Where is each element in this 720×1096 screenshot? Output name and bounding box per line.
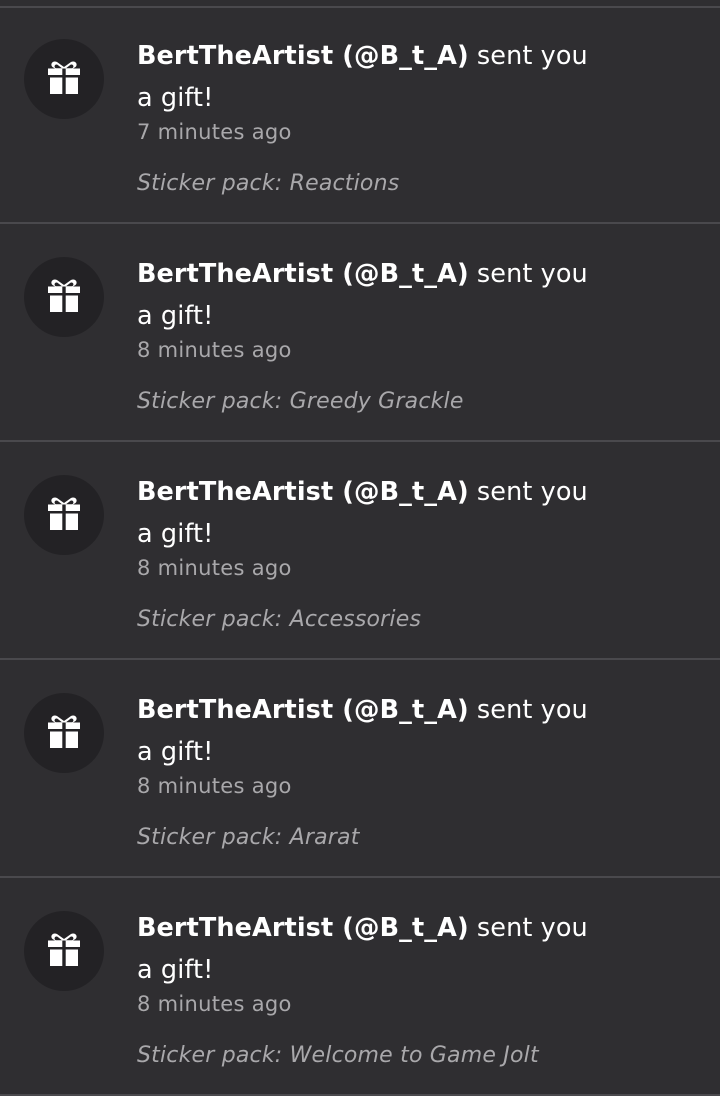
action-text: sent you <box>468 695 588 725</box>
gift-detail: Sticker pack: Greedy Grackle <box>137 389 464 414</box>
avatar[interactable] <box>24 693 104 773</box>
notification-text: BertTheArtist (@B_t_A) sent you a gift! <box>137 471 657 555</box>
notification-list: BertTheArtist (@B_t_A) sent you a gift! 7… <box>0 0 720 1096</box>
timestamp: 8 minutes ago <box>137 556 292 580</box>
timestamp: 8 minutes ago <box>137 774 292 798</box>
gift-icon <box>48 933 80 966</box>
avatar[interactable] <box>24 257 104 337</box>
action-text: sent you <box>468 477 588 507</box>
action-text: sent you <box>468 41 588 71</box>
gift-icon <box>48 497 80 530</box>
action-text-continued: a gift! <box>137 519 214 549</box>
gift-detail: Sticker pack: Welcome to Game Jolt <box>137 1043 539 1068</box>
notification-item[interactable]: BertTheArtist (@B_t_A) sent you a gift! 8… <box>0 226 720 442</box>
notification-item[interactable]: BertTheArtist (@B_t_A) sent you a gift! 8… <box>0 662 720 878</box>
username-link[interactable]: BertTheArtist (@B_t_A) <box>137 477 469 507</box>
timestamp: 8 minutes ago <box>137 992 292 1016</box>
notification-text: BertTheArtist (@B_t_A) sent you a gift! <box>137 35 657 119</box>
avatar[interactable] <box>24 39 104 119</box>
action-text-continued: a gift! <box>137 301 214 331</box>
action-text: sent you <box>468 259 588 289</box>
action-text-continued: a gift! <box>137 737 214 767</box>
notification-item[interactable]: BertTheArtist (@B_t_A) sent you a gift! 8… <box>0 444 720 660</box>
username-link[interactable]: BertTheArtist (@B_t_A) <box>137 259 469 289</box>
gift-detail: Sticker pack: Reactions <box>137 171 400 196</box>
gift-icon <box>48 279 80 312</box>
gift-detail: Sticker pack: Accessories <box>137 607 422 632</box>
avatar[interactable] <box>24 475 104 555</box>
action-text: sent you <box>468 913 588 943</box>
username-link[interactable]: BertTheArtist (@B_t_A) <box>137 41 469 71</box>
notification-item[interactable]: BertTheArtist (@B_t_A) sent you a gift! 8… <box>0 880 720 1096</box>
timestamp: 7 minutes ago <box>137 120 292 144</box>
action-text-continued: a gift! <box>137 83 214 113</box>
notification-text: BertTheArtist (@B_t_A) sent you a gift! <box>137 689 657 773</box>
gift-detail: Sticker pack: Ararat <box>137 825 360 850</box>
username-link[interactable]: BertTheArtist (@B_t_A) <box>137 913 469 943</box>
avatar[interactable] <box>24 911 104 991</box>
notification-text: BertTheArtist (@B_t_A) sent you a gift! <box>137 907 657 991</box>
username-link[interactable]: BertTheArtist (@B_t_A) <box>137 695 469 725</box>
notification-text: BertTheArtist (@B_t_A) sent you a gift! <box>137 253 657 337</box>
action-text-continued: a gift! <box>137 955 214 985</box>
notification-item[interactable]: BertTheArtist (@B_t_A) sent you a gift! 7… <box>0 8 720 224</box>
timestamp: 8 minutes ago <box>137 338 292 362</box>
gift-icon <box>48 715 80 748</box>
gift-icon <box>48 61 80 94</box>
